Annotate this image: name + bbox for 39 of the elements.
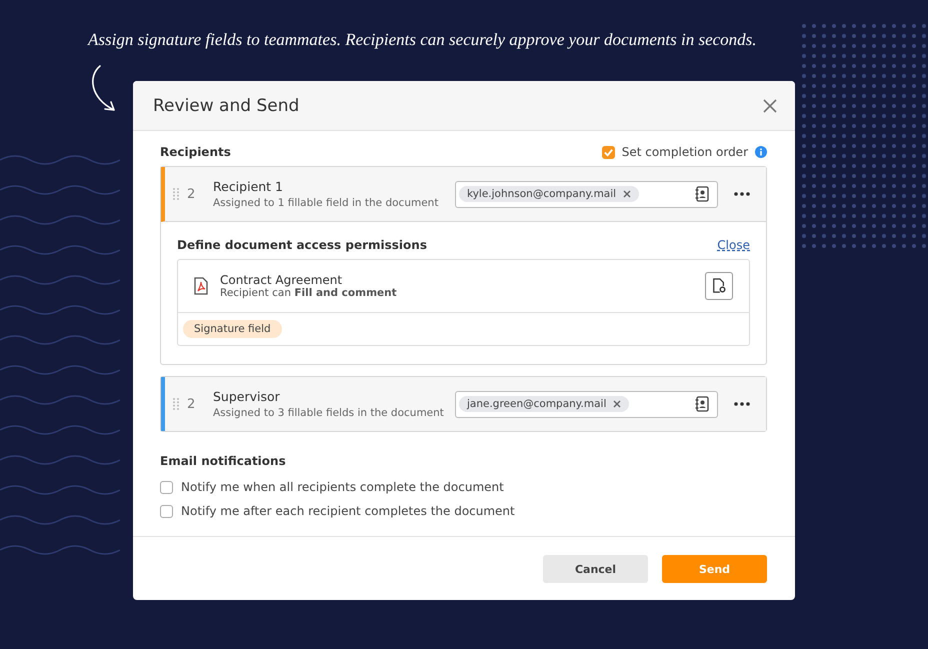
order-number: 2	[187, 186, 196, 202]
access-text: Recipient can Fill and comment	[220, 287, 398, 299]
close-icon[interactable]	[763, 98, 777, 112]
more-icon[interactable]	[734, 402, 750, 406]
completion-order-checkbox[interactable]	[602, 146, 615, 158]
document-settings-button[interactable]	[705, 272, 733, 300]
section-label: Recipients	[160, 145, 231, 159]
order-number: 2	[187, 396, 196, 412]
assigned-fields-text: Assigned to 1 fillable field in the document	[213, 197, 440, 209]
more-icon[interactable]	[734, 192, 750, 196]
drag-handle-icon[interactable]	[173, 398, 179, 410]
permissions-title: Define document access permissions	[177, 238, 427, 252]
dialog-title: Review and Send	[153, 96, 300, 116]
remove-icon[interactable]	[623, 190, 632, 198]
email-text: kyle.johnson@company.mail	[467, 188, 616, 200]
recipient-name: Recipient 1	[213, 179, 284, 194]
checkbox-label: Notify me after each recipient completes the document	[181, 504, 515, 518]
caption-text: Assign signature fields to teammates. Recipients can securely approve your documents in seconds.	[88, 30, 757, 50]
cancel-button[interactable]: Cancel	[543, 555, 648, 583]
info-icon[interactable]	[755, 146, 767, 158]
recipient-name: Supervisor	[213, 389, 281, 404]
email-field[interactable]: kyle.johnson@company.mail	[455, 180, 718, 208]
drag-handle-icon[interactable]	[173, 188, 179, 200]
email-field[interactable]: jane.green@company.mail	[455, 390, 718, 418]
pdf-file-icon	[194, 277, 208, 295]
notify-checkbox[interactable]	[160, 504, 173, 518]
remove-icon[interactable]	[613, 400, 622, 408]
close-link[interactable]: Close	[717, 238, 750, 252]
file-gear-icon	[712, 278, 726, 294]
section-label: Email notifications	[160, 454, 287, 468]
contact-book-icon[interactable]	[695, 396, 709, 412]
field-tag: Signature field	[183, 320, 282, 338]
checkbox-label: Set completion order	[622, 145, 748, 159]
checkbox-label: Notify me when all recipients complete the document	[181, 480, 504, 494]
assigned-fields-text: Assigned to 3 fillable fields in the document	[213, 407, 445, 419]
contact-book-icon[interactable]	[695, 186, 709, 202]
document-name: Contract Agreement	[220, 273, 344, 287]
email-text: jane.green@company.mail	[467, 398, 606, 410]
notify-checkbox[interactable]	[160, 480, 173, 494]
